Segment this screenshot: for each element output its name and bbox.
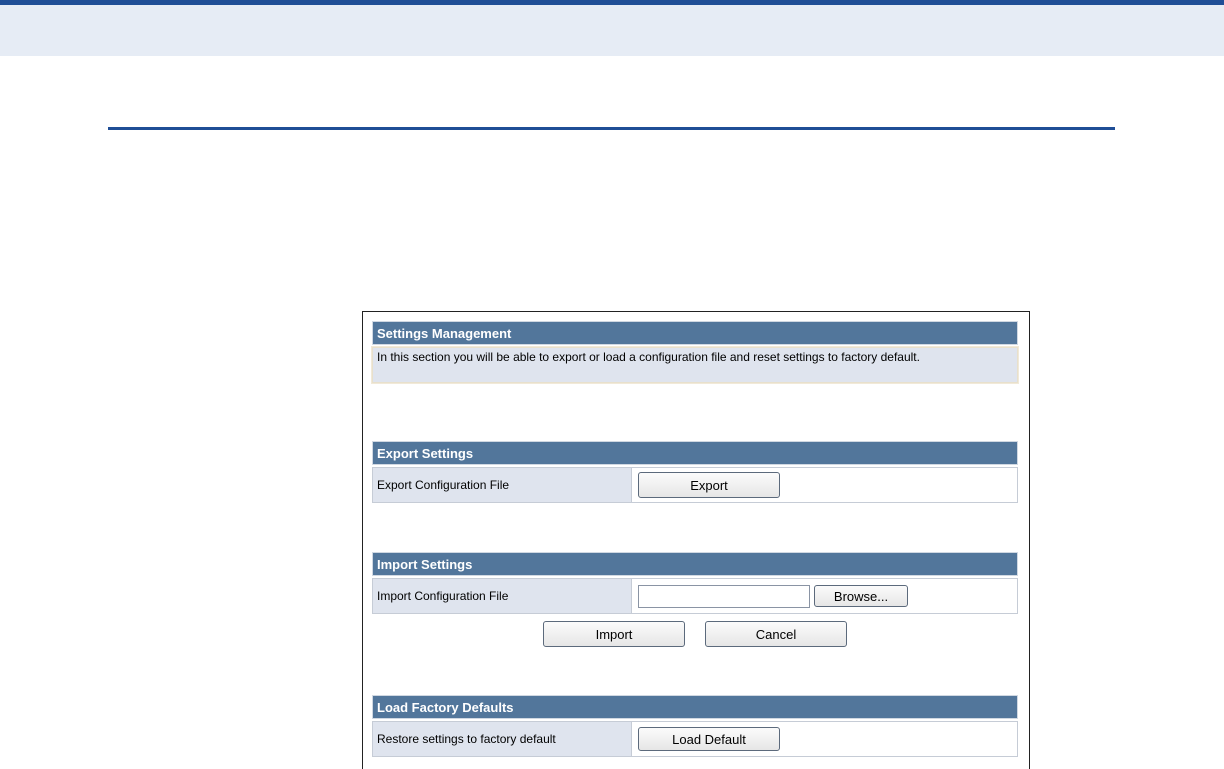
load-factory-defaults-header: Load Factory Defaults	[372, 695, 1018, 719]
import-value-cell: Browse...	[632, 579, 1017, 613]
import-button[interactable]: Import	[543, 621, 685, 647]
import-file-input[interactable]	[638, 584, 810, 608]
export-label: Export Configuration File	[373, 468, 632, 502]
export-value-cell: Export	[632, 468, 1017, 502]
export-row: Export Configuration File Export	[372, 467, 1018, 503]
load-default-button[interactable]: Load Default	[638, 727, 780, 751]
factory-default-value-cell: Load Default	[632, 722, 1017, 756]
top-banner	[0, 0, 1224, 56]
export-settings-section: Export Settings Export Configuration Fil…	[372, 441, 1018, 503]
settings-management-section: Settings Management In this section you …	[371, 321, 1019, 384]
header-rule	[108, 127, 1115, 130]
import-label: Import Configuration File	[373, 579, 632, 613]
import-settings-section: Import Settings Import Configuration Fil…	[372, 552, 1018, 614]
cancel-button[interactable]: Cancel	[705, 621, 847, 647]
factory-default-row: Restore settings to factory default Load…	[372, 721, 1018, 757]
settings-management-description: In this section you will be able to expo…	[371, 346, 1019, 384]
import-row: Import Configuration File Browse...	[372, 578, 1018, 614]
factory-default-label: Restore settings to factory default	[373, 722, 632, 756]
settings-panel: Settings Management In this section you …	[362, 311, 1030, 769]
export-button[interactable]: Export	[638, 472, 780, 498]
import-action-buttons: Import Cancel	[543, 621, 847, 647]
settings-management-header: Settings Management	[372, 321, 1018, 345]
browse-button[interactable]: Browse...	[814, 585, 908, 607]
export-settings-header: Export Settings	[372, 441, 1018, 465]
load-factory-defaults-section: Load Factory Defaults Restore settings t…	[372, 695, 1018, 757]
import-settings-header: Import Settings	[372, 552, 1018, 576]
